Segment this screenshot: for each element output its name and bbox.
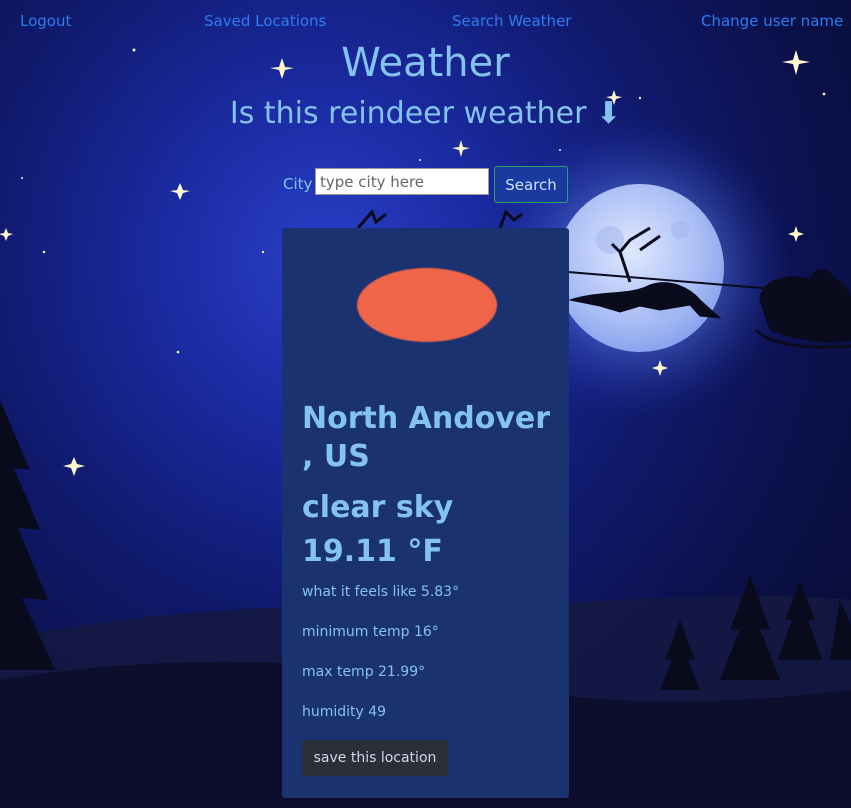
top-nav: Logout Saved Locations Search Weather Ch… [0, 12, 851, 32]
sun-icon [357, 268, 497, 342]
feels-like-text: what it feels like 5.83° [302, 584, 460, 600]
weather-description: clear sky [302, 490, 454, 525]
current-temperature: 19.11 °F [302, 534, 443, 569]
min-temp-text: minimum temp 16° [302, 624, 439, 640]
moon [556, 184, 724, 352]
location-name: North Andover , US [302, 401, 551, 474]
city-label: City [283, 175, 313, 193]
saved-locations-link[interactable]: Saved Locations [204, 12, 326, 30]
page-title: Weather [341, 40, 510, 86]
logout-link[interactable]: Logout [20, 12, 71, 30]
search-weather-link[interactable]: Search Weather [452, 12, 571, 30]
city-search-input[interactable] [315, 168, 489, 195]
page-subtitle: Is this reindeer weather ⬇ [229, 96, 622, 131]
change-user-name-link[interactable]: Change user name [701, 12, 843, 30]
search-button[interactable]: Search [494, 166, 568, 203]
humidity-text: humidity 49 [302, 704, 387, 720]
max-temp-text: max temp 21.99° [302, 664, 426, 680]
weather-card: North Andover , US clear sky 19.11 °F wh… [282, 228, 569, 798]
save-location-button[interactable]: save this location [302, 740, 448, 776]
